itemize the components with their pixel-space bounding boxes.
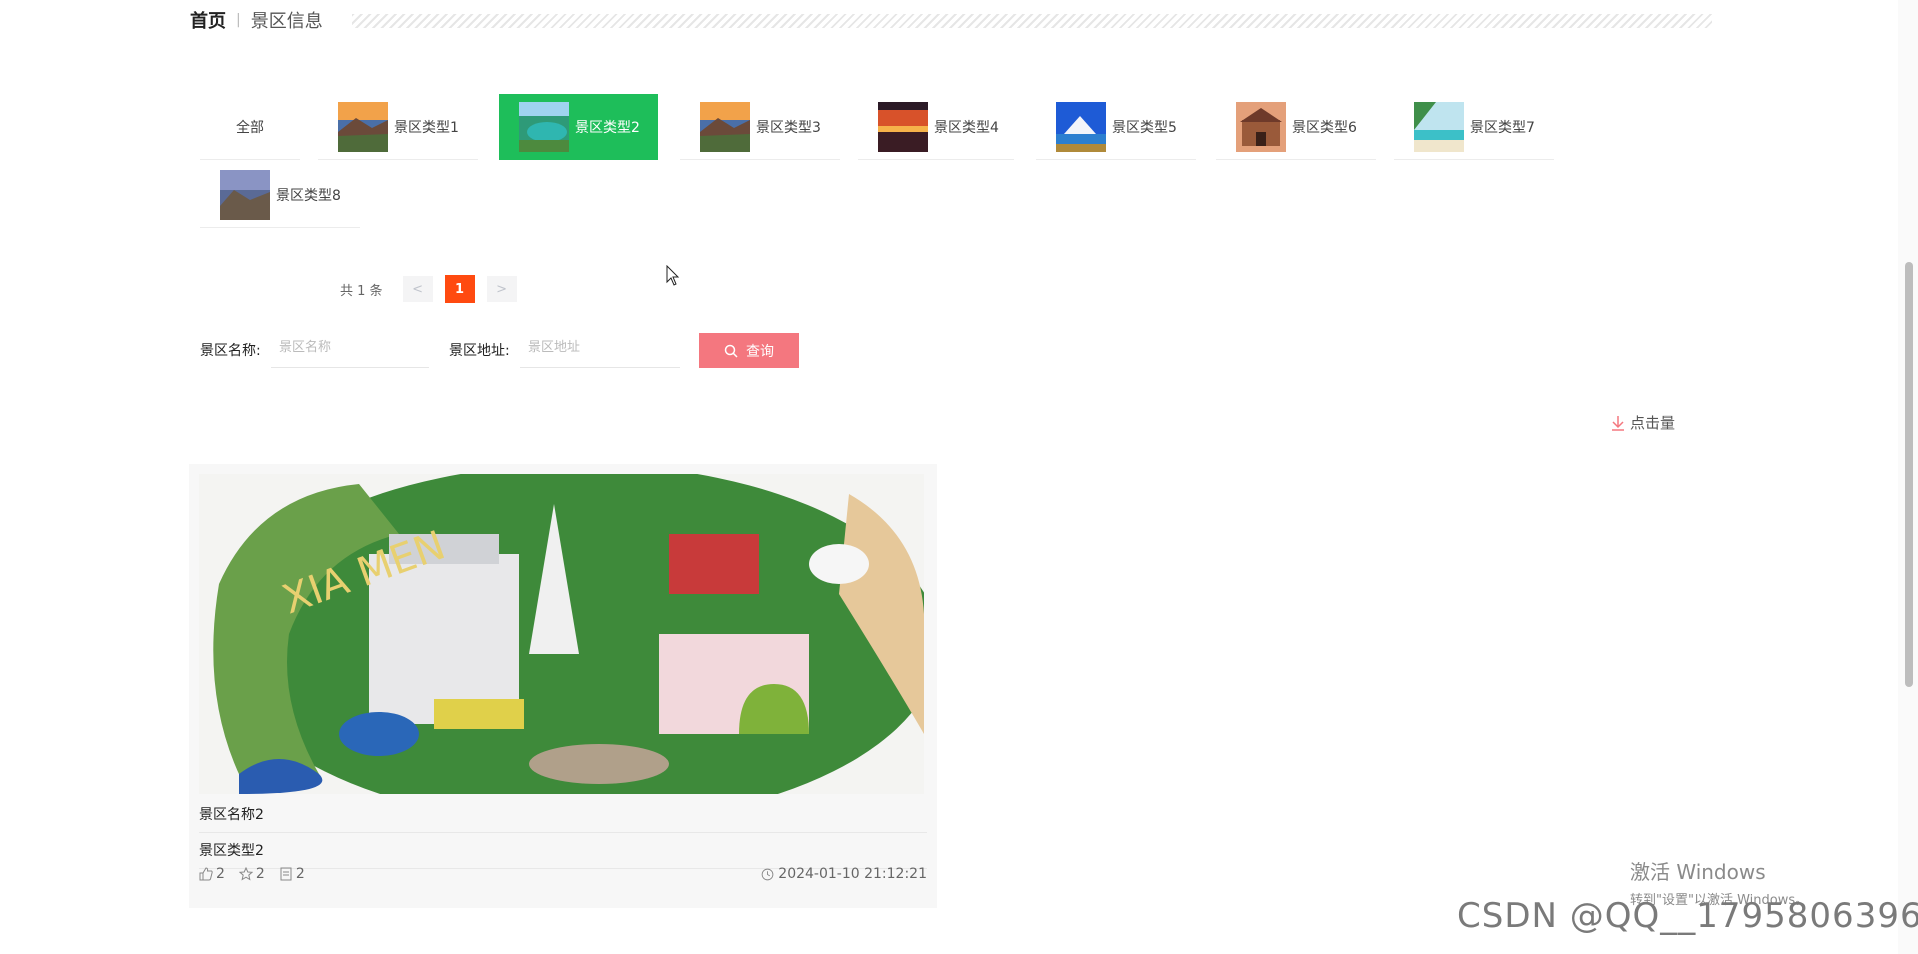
pagination: 共 1 条 < 1 > [340, 275, 517, 303]
category-thumbnail [700, 101, 750, 152]
scenic-type: 景区类型2 [199, 832, 927, 869]
scenic-name-text: 景区名称2 [199, 807, 264, 823]
csdn-watermark: CSDN @QQ__1795806396 [1457, 896, 1918, 936]
scenic-card[interactable]: XIA MEN 景区名称2 景区类型2 2 2 2 2024-01-10 21:… [189, 464, 937, 908]
favorites-value: 2 [255, 866, 265, 882]
thumbs-up-icon [199, 867, 213, 881]
windows-activation-title: 激活 Windows [1630, 860, 1766, 884]
category-thumbnail [1414, 101, 1464, 152]
category-tab-label: 景区类型2 [575, 120, 640, 136]
category-tab-type3[interactable]: 景区类型3 [680, 94, 840, 160]
query-button[interactable]: 查询 [699, 333, 799, 368]
category-tab-label: 景区类型5 [1112, 119, 1177, 136]
sort-label: 点击量 [1630, 414, 1676, 432]
document-icon [280, 867, 292, 881]
category-tab-label: 景区类型6 [1292, 119, 1357, 136]
page-number-button[interactable]: 1 [444, 275, 475, 303]
category-tab-label: 景区类型7 [1470, 119, 1535, 136]
scenic-name: 景区名称2 [199, 796, 927, 833]
sort-by-clicks[interactable]: 点击量 [1610, 412, 1675, 433]
query-button-label: 查询 [746, 343, 774, 360]
category-tab-label: 景区类型8 [276, 187, 341, 204]
category-tab-type2[interactable]: 景区类型2 [499, 94, 658, 160]
category-tab-label: 全部 [236, 119, 264, 136]
scenic-address-label: 景区地址: [449, 343, 510, 359]
breadcrumb-decoration-stripe [352, 14, 1712, 28]
category-thumbnail [519, 102, 569, 152]
scenic-cover-image: XIA MEN [199, 474, 924, 794]
next-page-button[interactable]: > [486, 276, 517, 302]
scenic-type-text: 景区类型2 [199, 843, 264, 859]
category-tab-type8[interactable]: 景区类型8 [200, 162, 360, 228]
category-tab-type4[interactable]: 景区类型4 [858, 94, 1014, 160]
pagination-total: 共 1 条 [340, 283, 383, 299]
mouse-cursor-icon [666, 265, 680, 286]
card-meta: 2 2 2 2024-01-10 21:12:21 [199, 866, 927, 882]
category-tab-label: 景区类型1 [394, 119, 459, 136]
category-tab-label: 景区类型4 [934, 119, 999, 136]
category-tab-type5[interactable]: 景区类型5 [1036, 94, 1196, 160]
category-tab-type1[interactable]: 景区类型1 [318, 94, 478, 160]
download-arrow-icon [1612, 415, 1624, 431]
category-tab-type7[interactable]: 景区类型7 [1394, 94, 1554, 160]
breadcrumb-home-link[interactable]: 首页 [190, 7, 226, 33]
category-tab-type6[interactable]: 景区类型6 [1216, 94, 1376, 160]
category-thumbnail [220, 169, 270, 220]
breadcrumb-separator: | [236, 12, 241, 28]
favorites-count[interactable]: 2 [238, 866, 265, 882]
likes-count[interactable]: 2 [199, 866, 225, 882]
breadcrumb-current: 景区信息 [250, 11, 323, 32]
comments-count[interactable]: 2 [279, 866, 305, 882]
star-icon [238, 867, 253, 881]
publish-time: 2024-01-10 21:12:21 [761, 866, 927, 882]
scrollbar-thumb[interactable] [1905, 262, 1913, 687]
category-tab-all[interactable]: 全部 [200, 94, 300, 160]
scenic-name-input[interactable] [271, 328, 429, 368]
scenic-name-label: 景区名称: [200, 343, 261, 359]
breadcrumb: 首页 | 景区信息 [190, 6, 323, 34]
category-thumbnail [1056, 101, 1106, 152]
page-scrollbar[interactable] [1898, 0, 1918, 954]
category-thumbnail [1236, 101, 1286, 152]
category-tab-label: 景区类型3 [756, 119, 821, 136]
prev-page-button[interactable]: < [402, 276, 433, 302]
comments-value: 2 [295, 866, 305, 882]
search-icon [724, 344, 738, 358]
likes-value: 2 [216, 866, 225, 882]
category-thumbnail [878, 101, 928, 152]
publish-time-text: 2024-01-10 21:12:21 [778, 866, 927, 882]
category-thumbnail [338, 101, 388, 152]
scenic-address-input[interactable] [520, 328, 680, 368]
clock-icon [761, 868, 774, 880]
